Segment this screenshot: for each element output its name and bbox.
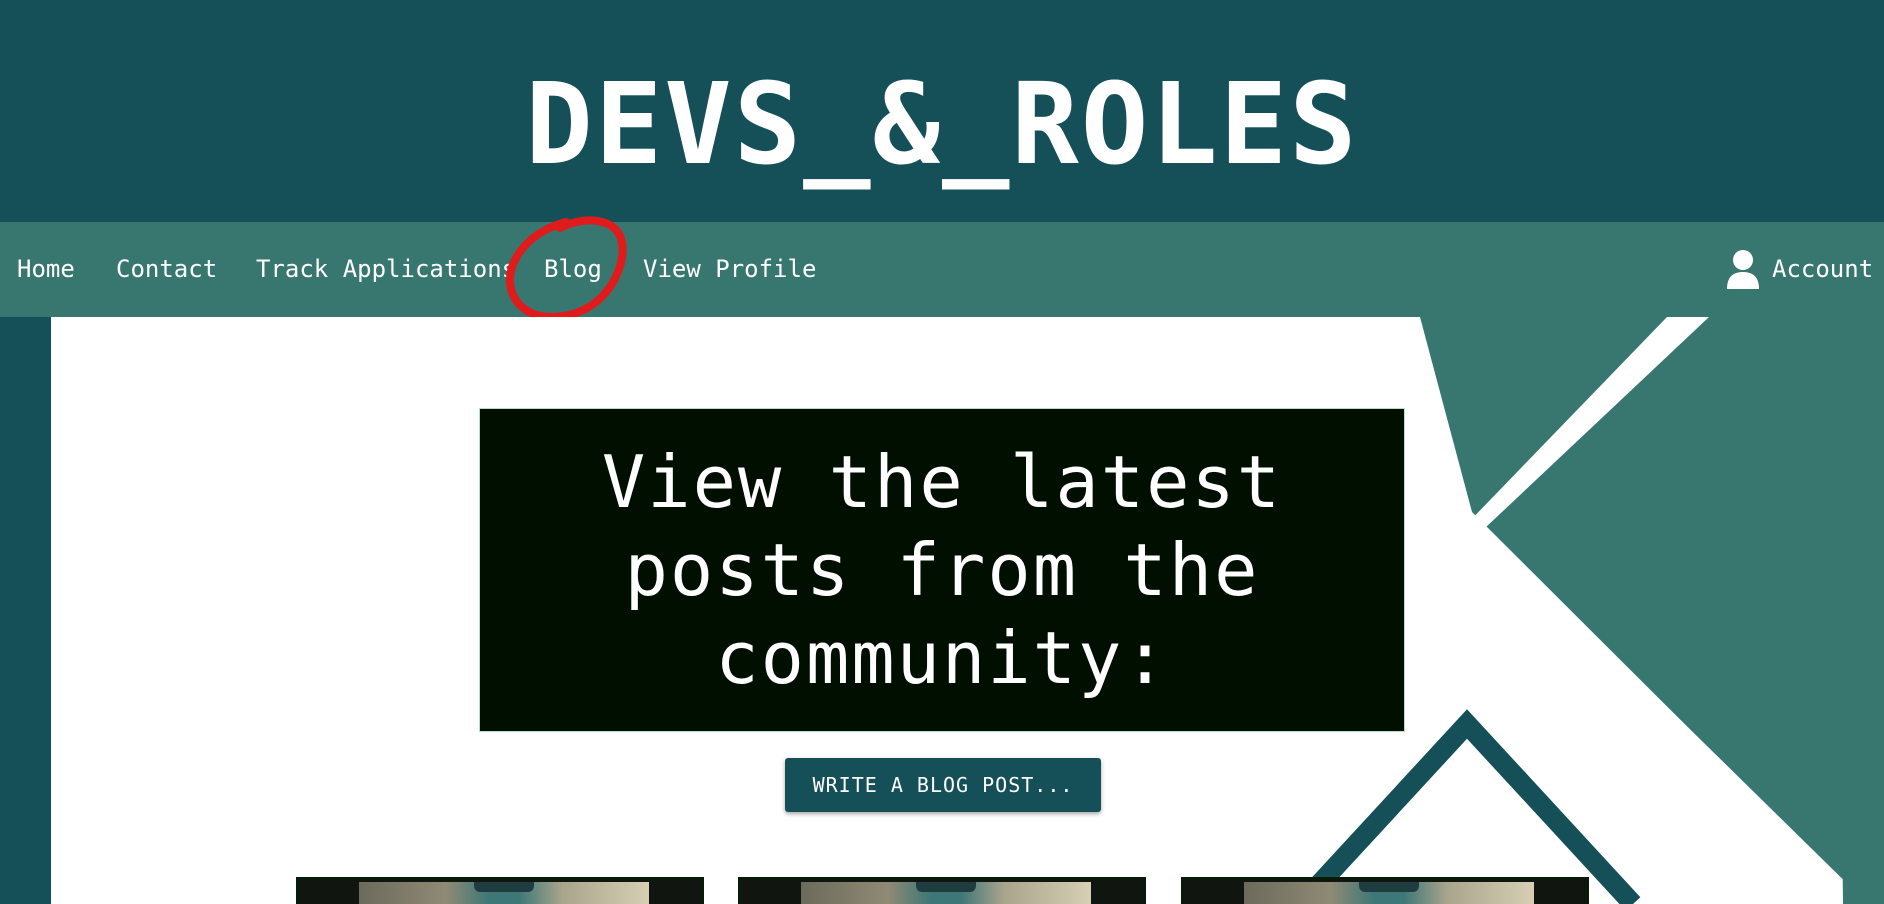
blog-post-card[interactable] bbox=[1181, 877, 1589, 904]
site-title: DEVS_&_ROLES bbox=[525, 60, 1359, 190]
hero-banner: View the latest posts from the community… bbox=[479, 408, 1405, 732]
site-header: DEVS_&_ROLES bbox=[0, 0, 1884, 222]
nav-view-profile-link[interactable]: View Profile bbox=[643, 254, 816, 284]
main-content: View the latest posts from the community… bbox=[51, 317, 1884, 904]
write-blog-post-button[interactable]: WRITE A BLOG POST... bbox=[785, 758, 1101, 812]
blog-post-thumbnail bbox=[801, 882, 1091, 904]
nav-home-link[interactable]: Home bbox=[17, 254, 75, 284]
account-label: Account bbox=[1772, 255, 1874, 283]
blog-post-card[interactable] bbox=[738, 877, 1146, 904]
user-icon bbox=[1727, 250, 1759, 289]
blog-post-card[interactable] bbox=[296, 877, 704, 904]
nav-blog-link[interactable]: Blog bbox=[544, 254, 602, 284]
blog-post-thumbnail bbox=[1244, 882, 1534, 904]
nav-contact-link[interactable]: Contact bbox=[116, 254, 217, 284]
account-menu[interactable]: Account bbox=[1726, 244, 1873, 294]
hero-heading: View the latest posts from the community… bbox=[601, 440, 1283, 700]
blog-post-thumbnail bbox=[359, 882, 649, 904]
nav-track-applications-link[interactable]: Track Applications bbox=[256, 254, 516, 284]
